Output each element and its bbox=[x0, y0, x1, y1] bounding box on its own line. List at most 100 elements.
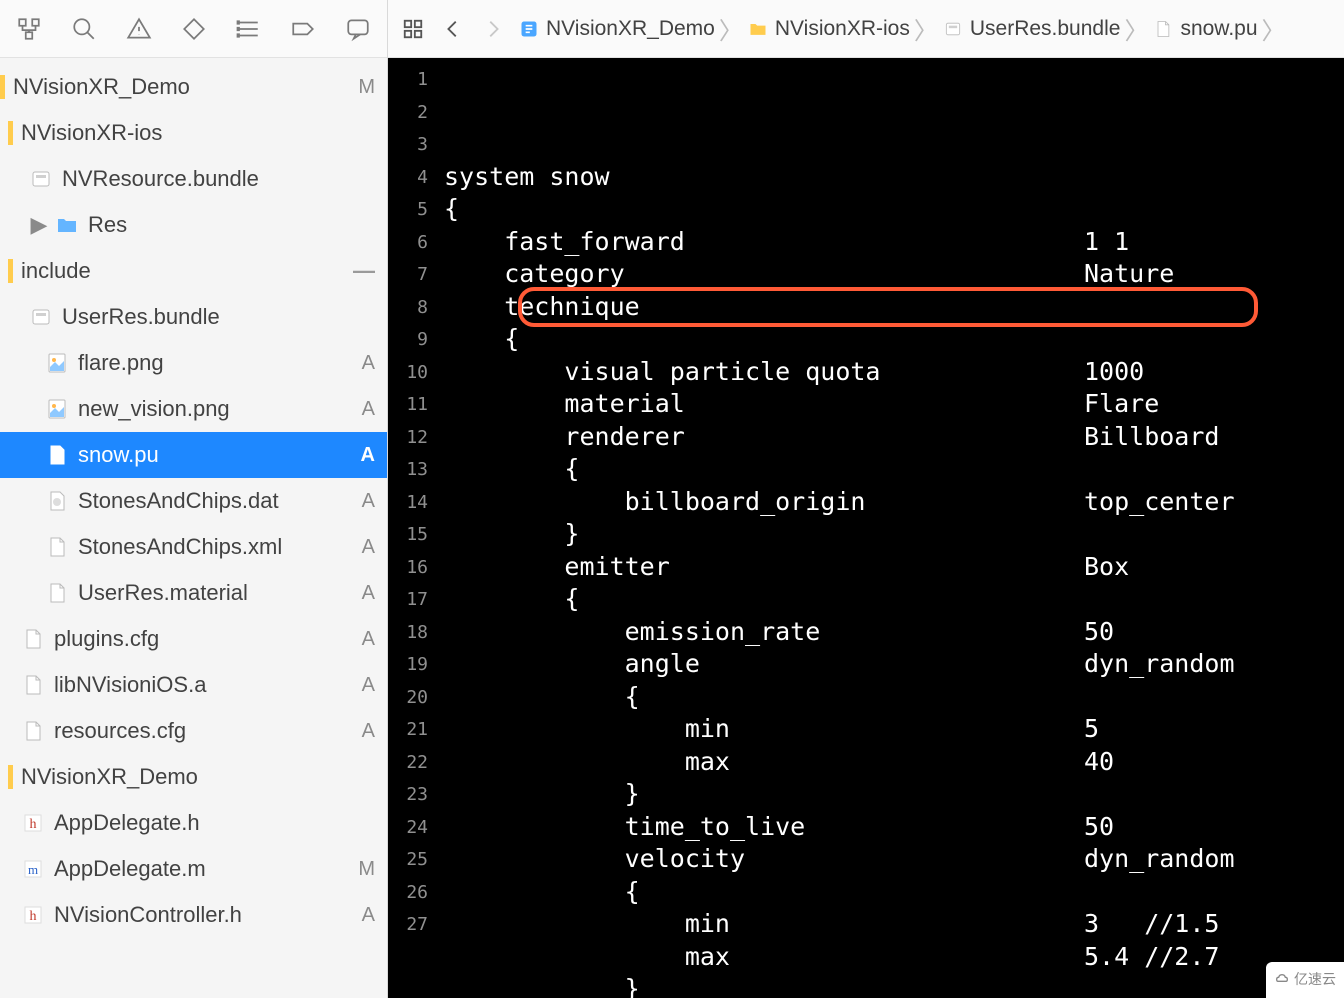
tree-row-libnvisionios-a[interactable]: libNVisioniOS.aA bbox=[0, 662, 387, 708]
search-icon[interactable] bbox=[69, 13, 100, 45]
breadcrumb-item[interactable]: UserRes.bundle bbox=[942, 17, 1121, 41]
project-navigator: NVisionXR_DemoMNVisionXR-iosNVResource.b… bbox=[0, 0, 388, 998]
code-line[interactable]: velocitydyn_random bbox=[444, 843, 1344, 876]
tree-row-resources-cfg[interactable]: resources.cfgA bbox=[0, 708, 387, 754]
file-icon bbox=[44, 442, 70, 468]
code-editor[interactable]: 1234567891011121314151617181920212223242… bbox=[388, 58, 1344, 998]
tree-item-label: NVisionXR_Demo bbox=[21, 764, 375, 790]
code-value: 5 bbox=[1084, 713, 1099, 746]
tree-item-label: NVResource.bundle bbox=[62, 166, 375, 192]
code-line[interactable]: { bbox=[444, 323, 1344, 356]
forward-button[interactable] bbox=[478, 14, 508, 44]
tree-row-appdelegate-h[interactable]: hAppDelegate.h bbox=[0, 800, 387, 846]
tree-row-nvisionxr-ios[interactable]: NVisionXR-ios bbox=[0, 110, 387, 156]
file-tree: NVisionXR_DemoMNVisionXR-iosNVResource.b… bbox=[0, 58, 387, 998]
line-number: 4 bbox=[388, 162, 428, 195]
watermark: 亿速云 bbox=[1266, 962, 1344, 998]
related-items-icon[interactable] bbox=[398, 14, 428, 44]
breadcrumb-item[interactable]: snow.pu bbox=[1152, 17, 1257, 41]
tree-row-userres-bundle[interactable]: UserRes.bundle bbox=[0, 294, 387, 340]
code-key: fast_forward bbox=[444, 226, 1084, 259]
code-key: { bbox=[444, 583, 1084, 616]
code-line[interactable]: emitterBox bbox=[444, 551, 1344, 584]
code-content[interactable]: system snow{ fast_forward1 1 categoryNat… bbox=[436, 58, 1344, 998]
code-line[interactable]: visual particle quota1000 bbox=[444, 356, 1344, 389]
code-value: dyn_random bbox=[1084, 648, 1235, 681]
breadcrumb: NVisionXR_Demo〉NVisionXR-ios〉UserRes.bun… bbox=[518, 11, 1290, 46]
tree-item-label: StonesAndChips.xml bbox=[78, 534, 356, 560]
breadcrumb-item[interactable]: NVisionXR_Demo bbox=[518, 17, 715, 41]
code-line[interactable]: { bbox=[444, 681, 1344, 714]
h-icon: h bbox=[20, 902, 46, 928]
line-number: 26 bbox=[388, 877, 428, 910]
tree-item-label: NVisionXR-ios bbox=[21, 120, 375, 146]
tree-row-userres-material[interactable]: UserRes.materialA bbox=[0, 570, 387, 616]
line-number: 13 bbox=[388, 454, 428, 487]
tree-row-stonesandchips-dat[interactable]: StonesAndChips.datA bbox=[0, 478, 387, 524]
code-line[interactable]: min5 bbox=[444, 713, 1344, 746]
code-value: dyn_random bbox=[1084, 843, 1235, 876]
code-line[interactable]: angledyn_random bbox=[444, 648, 1344, 681]
comment-icon[interactable] bbox=[342, 13, 373, 45]
tag-icon[interactable] bbox=[288, 13, 319, 45]
tree-row-new-vision-png[interactable]: PNGnew_vision.pngA bbox=[0, 386, 387, 432]
tree-row-snow-pu[interactable]: snow.puA bbox=[0, 432, 387, 478]
code-line[interactable]: system snow bbox=[444, 161, 1344, 194]
code-line[interactable]: } bbox=[444, 778, 1344, 811]
code-key: emission_rate bbox=[444, 616, 1084, 649]
code-line[interactable]: rendererBillboard bbox=[444, 421, 1344, 454]
code-key: angle bbox=[444, 648, 1084, 681]
warning-icon[interactable] bbox=[123, 13, 154, 45]
line-number: 12 bbox=[388, 422, 428, 455]
structure-icon[interactable] bbox=[14, 13, 45, 45]
breadcrumb-separator: 〉 bbox=[1262, 11, 1286, 46]
code-line[interactable]: technique bbox=[444, 291, 1344, 324]
code-value: 1000 bbox=[1084, 356, 1144, 389]
line-number: 23 bbox=[388, 779, 428, 812]
list-icon[interactable] bbox=[233, 13, 264, 45]
code-value: Nature bbox=[1084, 258, 1174, 291]
line-number: 14 bbox=[388, 487, 428, 520]
tree-row-plugins-cfg[interactable]: plugins.cfgA bbox=[0, 616, 387, 662]
code-value: top_center bbox=[1084, 486, 1235, 519]
tree-row-include[interactable]: include— bbox=[0, 248, 387, 294]
tree-row-flare-png[interactable]: PNGflare.pngA bbox=[0, 340, 387, 386]
code-line[interactable]: fast_forward1 1 bbox=[444, 226, 1344, 259]
tree-row-nvisionxr-demo[interactable]: NVisionXR_DemoM bbox=[0, 64, 387, 110]
png-icon: PNG bbox=[44, 350, 70, 376]
code-line[interactable]: billboard_origintop_center bbox=[444, 486, 1344, 519]
svg-text:h: h bbox=[30, 909, 37, 924]
line-number: 11 bbox=[388, 389, 428, 422]
tree-row-nvisionxr-demo[interactable]: NVisionXR_Demo bbox=[0, 754, 387, 800]
code-line[interactable]: materialFlare bbox=[444, 388, 1344, 421]
code-line[interactable]: max40 bbox=[444, 746, 1344, 779]
tree-row-nvisioncontroller-h[interactable]: hNVisionController.hA bbox=[0, 892, 387, 938]
tree-row-stonesandchips-xml[interactable]: StonesAndChips.xmlA bbox=[0, 524, 387, 570]
scm-status-badge: M bbox=[358, 76, 375, 99]
code-line[interactable]: emission_rate50 bbox=[444, 616, 1344, 649]
disclosure-triangle[interactable]: ▶ bbox=[28, 212, 50, 238]
line-number: 17 bbox=[388, 584, 428, 617]
tree-row-nvresource-bundle[interactable]: NVResource.bundle bbox=[0, 156, 387, 202]
code-line[interactable]: } bbox=[444, 973, 1344, 998]
scm-status-badge: A bbox=[362, 490, 375, 513]
tree-row-res[interactable]: ▶Res bbox=[0, 202, 387, 248]
tree-row-appdelegate-m[interactable]: mAppDelegate.mM bbox=[0, 846, 387, 892]
breadcrumb-item[interactable]: NVisionXR-ios bbox=[747, 17, 910, 41]
tree-item-label: AppDelegate.h bbox=[54, 810, 375, 836]
diamond-icon[interactable] bbox=[178, 13, 209, 45]
line-number: 3 bbox=[388, 129, 428, 162]
code-key: max bbox=[444, 746, 1084, 779]
back-button[interactable] bbox=[438, 14, 468, 44]
code-line[interactable]: } bbox=[444, 518, 1344, 551]
scm-status-badge: A bbox=[362, 628, 375, 651]
code-line[interactable]: { bbox=[444, 583, 1344, 616]
code-line[interactable]: { bbox=[444, 193, 1344, 226]
code-line[interactable]: time_to_live50 bbox=[444, 811, 1344, 844]
code-key: min bbox=[444, 908, 1084, 941]
code-line[interactable]: max5.4 //2.7 bbox=[444, 941, 1344, 974]
code-line[interactable]: { bbox=[444, 453, 1344, 486]
code-line[interactable]: { bbox=[444, 876, 1344, 909]
code-line[interactable]: categoryNature bbox=[444, 258, 1344, 291]
code-line[interactable]: min3 //1.5 bbox=[444, 908, 1344, 941]
